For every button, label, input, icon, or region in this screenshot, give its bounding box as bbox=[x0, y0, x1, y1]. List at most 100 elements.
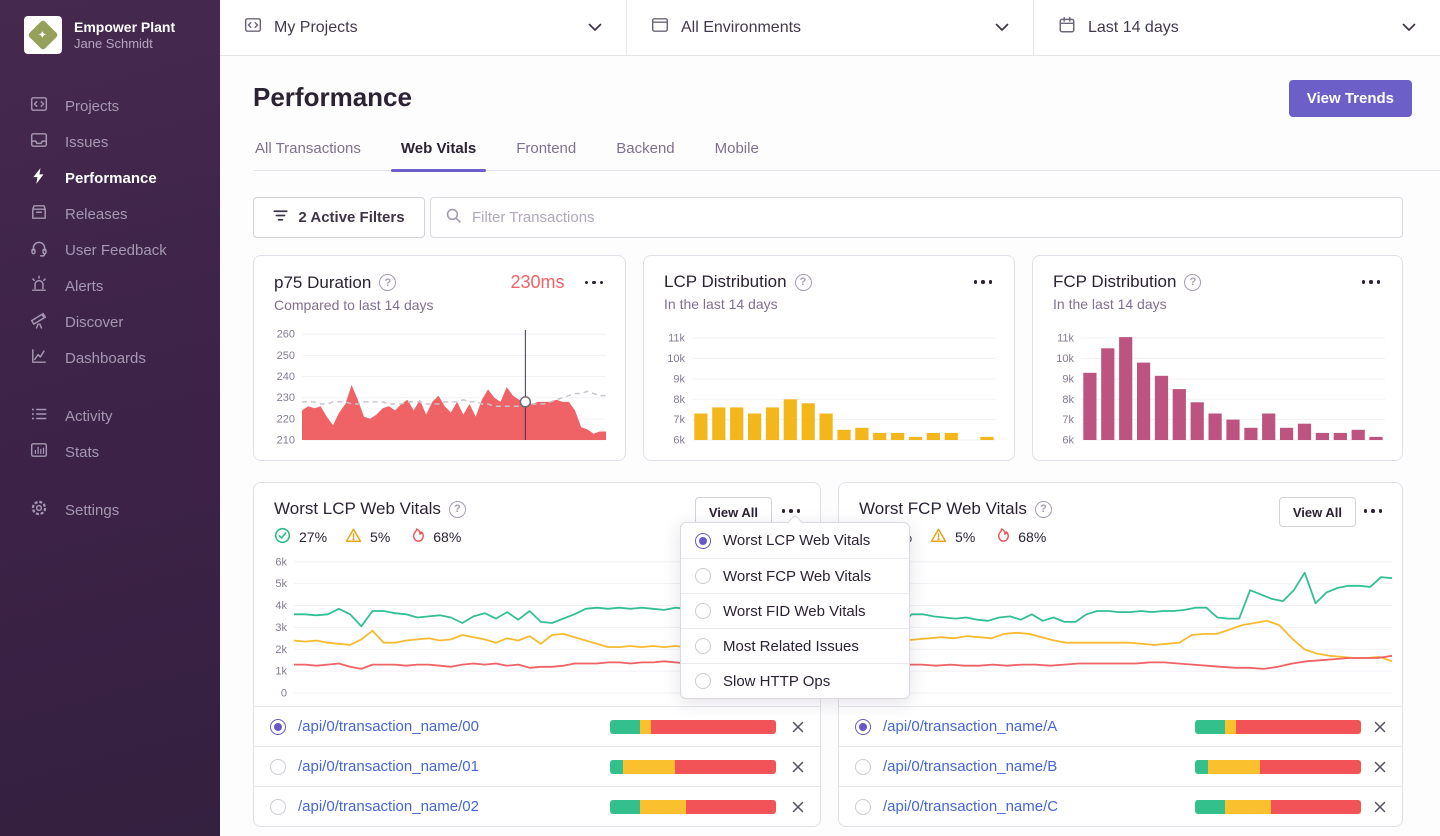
sidebar-item-alerts[interactable]: Alerts bbox=[0, 268, 220, 304]
transaction-link[interactable]: /api/0/transaction_name/00 bbox=[298, 718, 479, 735]
dropdown-item-worst-fid[interactable]: Worst FID Web Vitals bbox=[681, 593, 909, 628]
table-row: /api/0/transaction_name/02 bbox=[254, 786, 820, 826]
chevron-down-icon bbox=[995, 23, 1009, 32]
performance-page: ✦ Empower Plant Jane Schmidt Projects Is… bbox=[0, 0, 1440, 836]
close-icon[interactable] bbox=[790, 719, 806, 735]
card-title: FCP Distribution bbox=[1053, 272, 1176, 292]
transaction-radio[interactable] bbox=[270, 759, 286, 775]
sidebar-item-label: User Feedback bbox=[65, 242, 167, 259]
sidebar-item-stats[interactable]: Stats bbox=[0, 434, 220, 470]
svg-text:2k: 2k bbox=[275, 644, 287, 656]
search-icon bbox=[445, 207, 462, 229]
alerts-icon bbox=[30, 275, 48, 297]
card-menu-button[interactable] bbox=[583, 277, 606, 289]
chevron-down-icon bbox=[588, 23, 602, 32]
dropdown-item-most-related-issues[interactable]: Most Related Issues bbox=[681, 628, 909, 663]
svg-text:3k: 3k bbox=[275, 622, 287, 634]
dropdown-item-worst-lcp[interactable]: Worst LCP Web Vitals bbox=[681, 523, 909, 558]
tab-mobile[interactable]: Mobile bbox=[713, 134, 761, 170]
sidebar-item-projects[interactable]: Projects bbox=[0, 88, 220, 124]
meh-percentage: 5% bbox=[955, 529, 975, 545]
sidebar-item-dashboards[interactable]: Dashboards bbox=[0, 340, 220, 376]
svg-text:6k: 6k bbox=[673, 435, 685, 447]
dropdown-item-label: Most Related Issues bbox=[723, 638, 859, 655]
vitals-bar bbox=[610, 760, 776, 774]
sidebar-item-label: Performance bbox=[65, 170, 157, 187]
poor-percentage: 68% bbox=[433, 529, 461, 545]
help-icon[interactable]: ? bbox=[449, 501, 466, 518]
svg-text:9k: 9k bbox=[1062, 373, 1074, 385]
active-filters-button[interactable]: 2 Active Filters bbox=[253, 197, 425, 238]
sidebar-item-performance[interactable]: Performance bbox=[0, 160, 220, 196]
page-title: Performance bbox=[253, 82, 412, 113]
lcp-distribution-chart: 11k10k9k8k7k6k bbox=[660, 324, 1000, 446]
card-title: Worst LCP Web Vitals bbox=[274, 499, 441, 519]
help-icon[interactable]: ? bbox=[795, 274, 812, 291]
help-icon[interactable]: ? bbox=[379, 274, 396, 291]
card-menu-button[interactable] bbox=[972, 276, 995, 288]
environment-selector[interactable]: All Environments bbox=[627, 0, 1034, 55]
user-feedback-icon bbox=[30, 239, 48, 261]
empower-plant-logo-icon: ✦ bbox=[27, 19, 58, 50]
project-selector-label: My Projects bbox=[274, 19, 358, 37]
tab-backend[interactable]: Backend bbox=[614, 134, 676, 170]
fire-icon bbox=[408, 527, 425, 547]
table-row: /api/0/transaction_name/00 bbox=[254, 706, 820, 746]
card-menu-button[interactable] bbox=[1360, 276, 1383, 288]
date-range-label: Last 14 days bbox=[1088, 19, 1179, 37]
svg-text:230: 230 bbox=[277, 392, 295, 404]
sidebar-item-discover[interactable]: Discover bbox=[0, 304, 220, 340]
close-icon[interactable] bbox=[1372, 799, 1388, 815]
help-icon[interactable]: ? bbox=[1184, 274, 1201, 291]
meh-percentage: 5% bbox=[370, 529, 390, 545]
p75-value: 230ms bbox=[510, 272, 564, 293]
view-all-button[interactable]: View All bbox=[1279, 497, 1356, 527]
transaction-radio[interactable] bbox=[855, 759, 871, 775]
transaction-radio[interactable] bbox=[855, 719, 871, 735]
org-switcher[interactable]: ✦ Empower Plant Jane Schmidt bbox=[0, 0, 220, 54]
sidebar-item-user-feedback[interactable]: User Feedback bbox=[0, 232, 220, 268]
sidebar-item-releases[interactable]: Releases bbox=[0, 196, 220, 232]
svg-text:250: 250 bbox=[277, 350, 295, 362]
transaction-radio[interactable] bbox=[270, 799, 286, 815]
settings-icon bbox=[30, 499, 48, 521]
table-row: /api/0/transaction_name/C bbox=[839, 786, 1402, 826]
date-range-selector[interactable]: Last 14 days bbox=[1034, 0, 1440, 55]
transaction-link[interactable]: /api/0/transaction_name/B bbox=[883, 758, 1057, 775]
projects-icon bbox=[30, 95, 48, 117]
releases-icon bbox=[30, 203, 48, 225]
svg-text:10k: 10k bbox=[1056, 353, 1074, 365]
transaction-radio[interactable] bbox=[855, 799, 871, 815]
dropdown-item-worst-fcp[interactable]: Worst FCP Web Vitals bbox=[681, 558, 909, 593]
card-menu-button[interactable] bbox=[1362, 505, 1385, 517]
sidebar-item-settings[interactable]: Settings bbox=[0, 492, 220, 528]
good-percentage: 27% bbox=[299, 529, 327, 545]
view-trends-button[interactable]: View Trends bbox=[1289, 80, 1412, 117]
close-icon[interactable] bbox=[1372, 759, 1388, 775]
tab-all-transactions[interactable]: All Transactions bbox=[253, 134, 363, 170]
transaction-link[interactable]: /api/0/transaction_name/A bbox=[883, 718, 1057, 735]
transaction-link[interactable]: /api/0/transaction_name/01 bbox=[298, 758, 479, 775]
projects-icon bbox=[244, 16, 262, 39]
card-menu-button[interactable] bbox=[780, 505, 803, 517]
close-icon[interactable] bbox=[790, 759, 806, 775]
close-icon[interactable] bbox=[790, 799, 806, 815]
transaction-link[interactable]: /api/0/transaction_name/02 bbox=[298, 798, 479, 815]
search-input[interactable] bbox=[472, 209, 1388, 226]
tab-frontend[interactable]: Frontend bbox=[514, 134, 578, 170]
transaction-link[interactable]: /api/0/transaction_name/C bbox=[883, 798, 1058, 815]
close-icon[interactable] bbox=[1372, 719, 1388, 735]
help-icon[interactable]: ? bbox=[1035, 501, 1052, 518]
card-subtitle: Compared to last 14 days bbox=[254, 293, 625, 313]
transaction-radio[interactable] bbox=[270, 719, 286, 735]
org-user: Jane Schmidt bbox=[74, 36, 175, 51]
tab-web-vitals[interactable]: Web Vitals bbox=[399, 134, 478, 170]
svg-text:7k: 7k bbox=[1062, 414, 1074, 426]
svg-text:5k: 5k bbox=[275, 578, 287, 590]
dropdown-item-slow-http-ops[interactable]: Slow HTTP Ops bbox=[681, 663, 909, 698]
sidebar-item-activity[interactable]: Activity bbox=[0, 398, 220, 434]
sidebar-item-issues[interactable]: Issues bbox=[0, 124, 220, 160]
project-selector[interactable]: My Projects bbox=[220, 0, 627, 55]
dashboards-icon bbox=[30, 347, 48, 369]
svg-text:210: 210 bbox=[277, 435, 295, 447]
